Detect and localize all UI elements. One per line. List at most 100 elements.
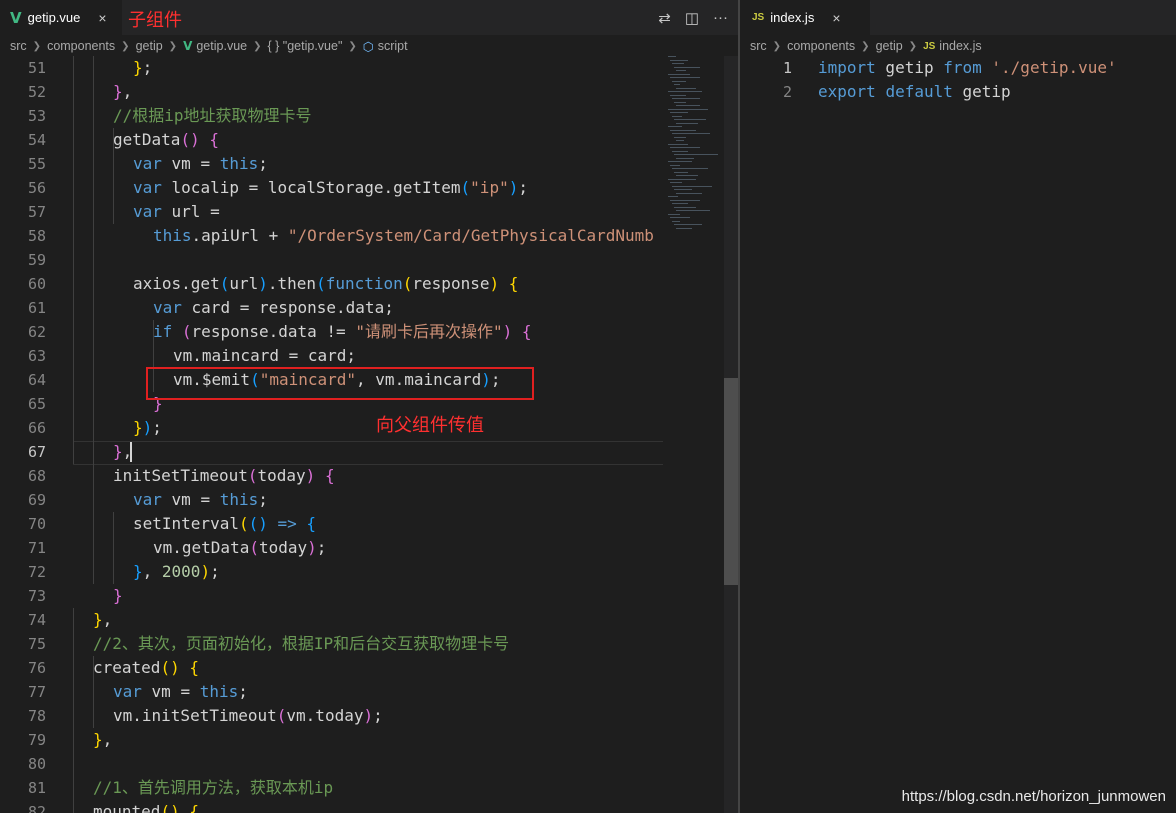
line-number: 76: [27, 659, 46, 677]
more-actions-icon[interactable]: ···: [713, 9, 728, 26]
breadcrumb-item[interactable]: script: [378, 39, 408, 53]
code-line[interactable]: 2 export default getip: [740, 80, 1176, 104]
code-line[interactable]: 53 //根据ip地址获取物理卡号: [0, 104, 664, 128]
code-line[interactable]: 56 var localip = localStorage.getItem("ip…: [0, 176, 664, 200]
right-editor-pane: JS index.js × src ❯ components ❯ getip ❯ JS…: [740, 0, 1176, 813]
code-editor[interactable]: 51}; 52}, 53//根据ip地址获取物理卡号 54 getData() {55 v…: [0, 56, 738, 813]
line-number: 81: [27, 779, 46, 797]
chevron-right-icon: ❯: [772, 40, 782, 52]
line-number: 71: [27, 539, 46, 557]
chevron-right-icon: ❯: [168, 40, 178, 52]
minimap-line: [672, 98, 700, 99]
breadcrumb-item[interactable]: src: [10, 39, 27, 53]
left-editor-pane: V getip.vue × 子组件 ⇄ ◫ ··· src ❯ component…: [0, 0, 738, 813]
minimap-line: [674, 66, 700, 68]
breadcrumb-item[interactable]: src: [750, 39, 767, 53]
code-line[interactable]: 78 vm.initSetTimeout(vm.today);: [0, 704, 664, 728]
minimap-line: [670, 182, 682, 183]
code-line[interactable]: 82 mounted() {: [0, 800, 664, 813]
split-editor-icon[interactable]: ◫: [685, 9, 699, 27]
code-line[interactable]: 59: [0, 248, 664, 272]
breadcrumb-item[interactable]: components: [47, 39, 115, 53]
code-line[interactable]: 57 var url =: [0, 200, 664, 224]
code-line[interactable]: 63 vm.maincard = card;: [0, 344, 664, 368]
line-number: 68: [27, 467, 46, 485]
minimap-line: [674, 189, 692, 190]
tab-index-js[interactable]: JS index.js ×: [740, 0, 870, 35]
minimap-line: [676, 157, 694, 159]
code-line[interactable]: 75 //2、其次，页面初始化，根据IP和后台交互获取物理卡号: [0, 632, 664, 656]
close-tab-icon[interactable]: ×: [98, 10, 106, 26]
code-text: import getip from './getip.vue': [818, 58, 1117, 77]
minimap-line: [674, 84, 680, 85]
breadcrumb-item[interactable]: { } "getip.vue": [267, 39, 342, 53]
code-text: //2、其次，页面初始化，根据IP和后台交互获取物理卡号: [93, 634, 510, 653]
code-line[interactable]: 81 //1、首先调用方法，获取本机ip: [0, 776, 664, 800]
code-line[interactable]: 54 getData() {: [0, 128, 664, 152]
code-line[interactable]: 55 var vm = this;: [0, 152, 664, 176]
breadcrumb-item[interactable]: components: [787, 39, 855, 53]
minimap-line: [668, 108, 708, 110]
minimap-line: [674, 101, 686, 103]
scrollbar-thumb[interactable]: [724, 378, 738, 585]
minimap-line: [672, 115, 682, 117]
minimap-line: [670, 94, 686, 96]
code-text: var vm = this;: [133, 490, 268, 509]
minimap-line: [670, 77, 700, 78]
code-line[interactable]: 1 import getip from './getip.vue': [740, 56, 1176, 80]
code-line[interactable]: 72}, 2000);: [0, 560, 664, 584]
compare-changes-icon[interactable]: ⇄: [658, 9, 671, 27]
code-line[interactable]: 67},: [0, 440, 664, 464]
tab-getip-vue[interactable]: V getip.vue ×: [0, 0, 122, 35]
minimap-line: [670, 164, 680, 166]
line-number: 61: [27, 299, 46, 317]
code-line[interactable]: 51};: [0, 56, 664, 80]
code-line[interactable]: 79},: [0, 728, 664, 752]
breadcrumb-item[interactable]: index.js: [939, 39, 981, 53]
code-line[interactable]: 70 setInterval(() => {: [0, 512, 664, 536]
minimap-line: [672, 133, 710, 134]
line-number: 53: [27, 107, 46, 125]
minimap-line: [668, 161, 692, 162]
line-number: 59: [27, 251, 46, 269]
minimap-line: [674, 171, 688, 173]
code-line[interactable]: 71 vm.getData(today);: [0, 536, 664, 560]
minimap-line: [668, 143, 688, 145]
close-tab-icon[interactable]: ×: [832, 10, 840, 26]
code-text: vm.maincard = card;: [173, 346, 357, 365]
minimap-line: [676, 122, 698, 124]
code-text: };: [133, 58, 153, 77]
code-line[interactable]: 80: [0, 752, 664, 776]
breadcrumb-item[interactable]: getip: [876, 39, 903, 53]
code-line[interactable]: 77 var vm = this;: [0, 680, 664, 704]
code-line[interactable]: 62 if (response.data != "请刷卡后再次操作") {: [0, 320, 664, 344]
editor-actions: ⇄ ◫ ···: [658, 0, 728, 35]
line-number: 65: [27, 395, 46, 413]
minimap-line: [672, 203, 688, 204]
code-editor[interactable]: 1 import getip from './getip.vue' 2 export …: [740, 56, 1176, 813]
chevron-right-icon: ❯: [253, 40, 262, 52]
left-tab-bar: V getip.vue × 子组件 ⇄ ◫ ···: [0, 0, 738, 35]
minimap-line: [670, 129, 696, 131]
code-line[interactable]: 52},: [0, 80, 664, 104]
minimap-line: [672, 150, 688, 152]
minimap-line: [670, 199, 700, 201]
minimap[interactable]: [664, 56, 724, 256]
code-line[interactable]: 61 var card = response.data;: [0, 296, 664, 320]
chevron-right-icon: ❯: [32, 40, 42, 52]
chevron-right-icon: ❯: [861, 40, 870, 52]
code-line[interactable]: 58 this.apiUrl + "/OrderSystem/Card/GetPh…: [0, 224, 664, 248]
code-line[interactable]: 68 initSetTimeout(today) {: [0, 464, 664, 488]
breadcrumb-item[interactable]: getip.vue: [196, 39, 247, 53]
annotation-emit-to-parent: 向父组件传值: [376, 415, 484, 435]
minimap-line: [670, 217, 690, 218]
code-line[interactable]: 66});: [0, 416, 664, 440]
code-line[interactable]: 74},: [0, 608, 664, 632]
code-line[interactable]: 76 created() {: [0, 656, 664, 680]
code-line[interactable]: 69 var vm = this;: [0, 488, 664, 512]
vertical-scrollbar[interactable]: [724, 56, 738, 813]
code-text: });: [133, 418, 162, 437]
code-line[interactable]: 73}: [0, 584, 664, 608]
code-line[interactable]: 60 axios.get(url).then(function(response)…: [0, 272, 664, 296]
breadcrumb-item[interactable]: getip: [136, 39, 163, 53]
